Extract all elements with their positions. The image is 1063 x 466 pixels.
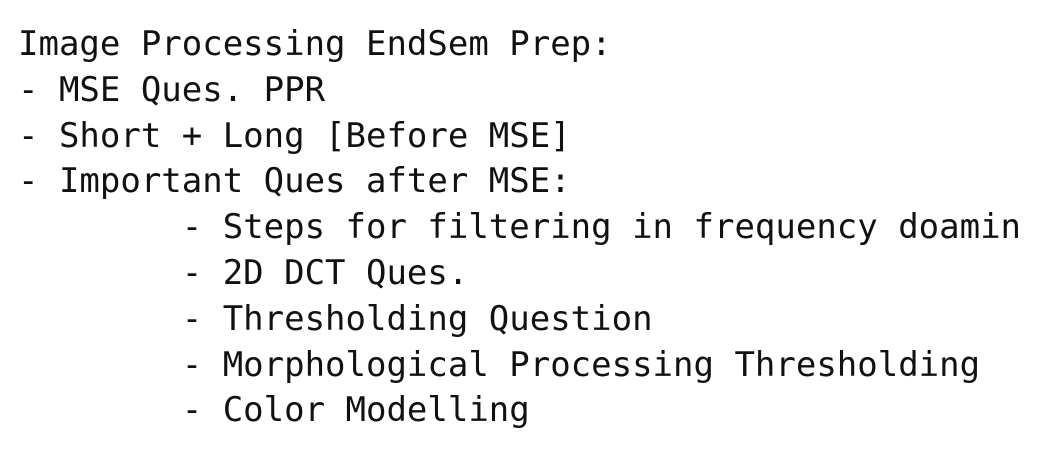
text-editor-content[interactable]: Image Processing EndSem Prep: - MSE Ques…	[0, 0, 1063, 466]
sub-list-item: - Morphological Processing Thresholding	[18, 344, 981, 385]
sub-list-item: - Color Modelling	[18, 390, 530, 431]
sub-list-item: - Steps for filtering in frequency doami…	[18, 207, 1022, 248]
document-title-line: Image Processing EndSem Prep:	[18, 24, 612, 64]
sub-list-item: - Thresholding Question	[18, 298, 653, 339]
list-item: - MSE Ques. PPR	[18, 69, 326, 110]
list-item: - Important Ques after MSE:	[18, 161, 571, 202]
sub-list-item: - 2D DCT Ques.	[18, 252, 469, 293]
list-item: - Short + Long [Before MSE]	[18, 115, 571, 156]
